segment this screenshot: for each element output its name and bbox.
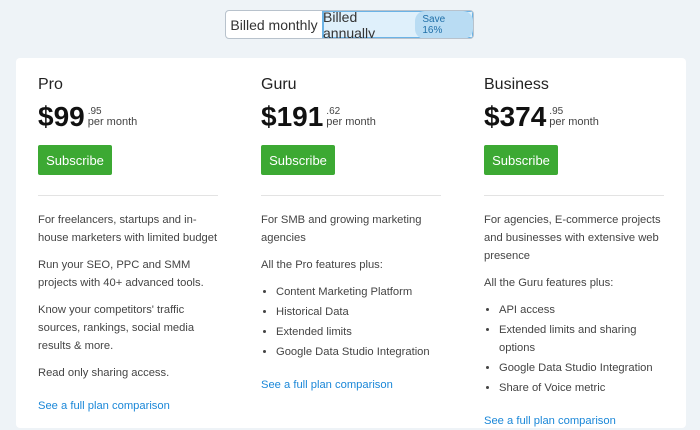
plan-description: For SMB and growing marketing agencies A… xyxy=(261,211,445,394)
plan-detail: Read only sharing access. xyxy=(38,367,170,379)
feature-item: API access xyxy=(499,301,668,319)
billed-monthly-option[interactable]: Billed monthly xyxy=(226,11,322,38)
divider xyxy=(484,195,664,196)
subscribe-button-guru[interactable]: Subscribe xyxy=(261,145,335,175)
billing-toggle: Billed monthly Billed annually Save 16% xyxy=(225,10,474,39)
plan-description: For freelancers, startups and in-house m… xyxy=(38,211,222,415)
plan-detail: Run your SEO, PPC and SMM projects with … xyxy=(38,259,204,289)
plan-audience: For freelancers, startups and in-house m… xyxy=(38,214,218,244)
feature-list: API access Extended limits and sharing o… xyxy=(484,301,668,397)
feature-item: Content Marketing Platform xyxy=(276,283,445,301)
plan-comparison-link-pro[interactable]: See a full plan comparison xyxy=(38,397,170,415)
feature-item: Extended limits and sharing options xyxy=(499,321,668,357)
plan-comparison-link-guru[interactable]: See a full plan comparison xyxy=(261,376,393,394)
feature-item: Share of Voice metric xyxy=(499,379,668,397)
price-period: per month xyxy=(326,116,376,128)
price-amount: $99 xyxy=(38,101,85,132)
billed-annually-label: Billed annually xyxy=(323,10,376,39)
subscribe-button-pro[interactable]: Subscribe xyxy=(38,145,112,175)
plan-comparison-link-business[interactable]: See a full plan comparison xyxy=(484,412,616,430)
feature-item: Google Data Studio Integration xyxy=(276,343,445,361)
plan-features-intro: All the Guru features plus: xyxy=(484,277,614,289)
divider xyxy=(38,195,218,196)
price-period: per month xyxy=(549,116,599,128)
plan-description: For agencies, E-commerce projects and bu… xyxy=(484,211,668,430)
price-period: per month xyxy=(87,116,138,128)
plans-panel: Pro $99 .95 per month Subscribe For free… xyxy=(16,58,686,428)
price-amount: $374 xyxy=(484,101,547,132)
subscribe-button-business[interactable]: Subscribe xyxy=(484,145,558,175)
feature-item: Extended limits xyxy=(276,323,445,341)
plan-name: Pro xyxy=(38,76,63,93)
plan-detail: Know your competitors' traffic sources, … xyxy=(38,304,195,352)
plan-price: $191 .62 per month xyxy=(261,100,376,134)
price-amount: $191 xyxy=(261,101,324,132)
feature-item: Google Data Studio Integration xyxy=(499,359,668,377)
plan-name: Business xyxy=(484,76,549,93)
plan-audience: For agencies, E-commerce projects and bu… xyxy=(484,214,661,262)
feature-list: Content Marketing Platform Historical Da… xyxy=(261,283,445,361)
billed-annually-option[interactable]: Billed annually Save 16% xyxy=(322,11,473,38)
plan-audience: For SMB and growing marketing agencies xyxy=(261,214,422,244)
plan-price: $374 .95 per month xyxy=(484,100,599,134)
billed-monthly-label: Billed monthly xyxy=(230,16,318,33)
feature-item: Historical Data xyxy=(276,303,445,321)
plan-name: Guru xyxy=(261,76,297,93)
plan-features-intro: All the Pro features plus: xyxy=(261,259,383,271)
divider xyxy=(261,195,441,196)
plan-price: $99 .95 per month xyxy=(38,100,137,134)
save-badge: Save 16% xyxy=(415,11,473,38)
